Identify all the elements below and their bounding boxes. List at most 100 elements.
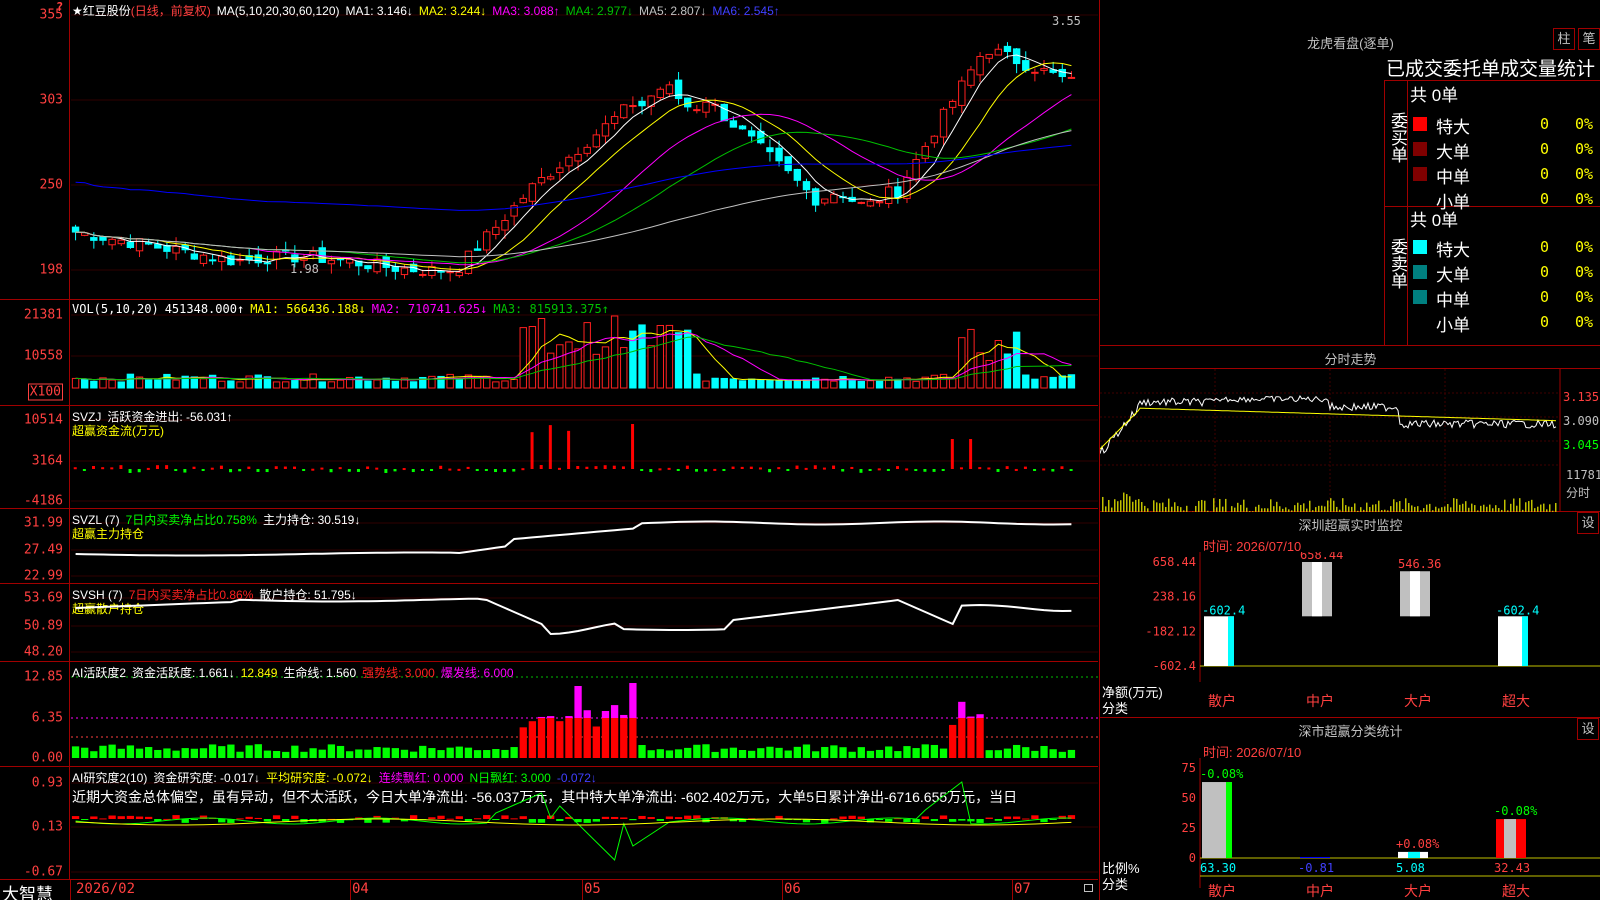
- sz-monitor-settings-button[interactable]: 设: [1577, 512, 1599, 534]
- intraday-vol-bar: [1204, 500, 1206, 512]
- intraday-vol-bar: [1159, 503, 1161, 512]
- candle-body: [967, 69, 975, 86]
- candle-body: [208, 259, 217, 262]
- research-bar: [172, 815, 180, 819]
- volume-bar: [163, 373, 171, 389]
- money-flow-bar: [676, 469, 680, 471]
- sz-monitor-title: 深圳超赢实时监控: [1298, 518, 1403, 533]
- activity-bar: [821, 746, 829, 758]
- svzl-panel[interactable]: 31.99 27.49 22.99 SVZL (7) 7日内买卖净占比0.758%…: [0, 509, 1098, 584]
- candlestick-chart[interactable]: [71, 0, 1098, 300]
- monitor-bar-edge: [1522, 616, 1528, 666]
- vol-ma1: MA1: 566436.188↓: [250, 302, 366, 316]
- monitor-y-tick: 658.44: [1153, 555, 1196, 569]
- stock-name[interactable]: ★红豆股份: [72, 4, 131, 18]
- intraday-vol-bar: [1219, 498, 1221, 512]
- intraday-vol-bar: [1408, 502, 1410, 512]
- vol-unit[interactable]: X100: [27, 383, 63, 401]
- activity-burst-bar: [610, 705, 619, 718]
- activity-bar: [263, 750, 272, 758]
- class-change-label: -0.08%: [1494, 804, 1538, 818]
- intraday-vol-bar: [1240, 504, 1242, 512]
- volume-bar: [282, 381, 290, 389]
- activity-bar: [355, 749, 363, 758]
- volume-panel[interactable]: 21381 10558 X100 VOL(5,10,20) 451348.000↑…: [0, 300, 1098, 406]
- activity-bar: [446, 747, 454, 758]
- volume-bar: [199, 378, 208, 389]
- money-flow-bar: [886, 469, 890, 471]
- order-count: 0: [1540, 165, 1550, 183]
- candle-body: [455, 271, 463, 277]
- ai-research-panel[interactable]: 0.93 0.13 -0.67 AI研究度2(10) 资金研究度: -0.017↓…: [0, 767, 1098, 880]
- help-icon[interactable]: ?: [56, 0, 63, 14]
- activity-bar: [409, 751, 418, 758]
- price-panel[interactable]: 355 303 250 198 ? ★红豆股份(日线，前复权) MA(5,10,2…: [0, 0, 1098, 300]
- class-category: 中户: [1306, 883, 1334, 900]
- ai-activity-panel[interactable]: 12.85 6.35 0.00 AI活跃度2 资金活跃度: 1.661↓ 12.84…: [0, 662, 1098, 767]
- svsh-text2: 散户持仓: 51.795↓: [259, 588, 357, 602]
- intraday-vol-bar: [1531, 499, 1533, 512]
- order-count: 0: [1540, 140, 1550, 158]
- money-flow-bar: [256, 469, 260, 472]
- activity-bar: [71, 746, 80, 758]
- class-change-label: +0.08%: [1396, 837, 1440, 851]
- volume-bar: [757, 379, 765, 389]
- class-value-label: -0.81: [1298, 861, 1334, 875]
- volume-bar: [537, 318, 546, 389]
- money-flow-bar: [740, 466, 744, 469]
- candle-body: [802, 181, 811, 191]
- candle-body: [565, 156, 573, 167]
- sz-monitor-panel[interactable]: 深圳超赢实时监控 设 时间: 2026/07/10 净额(万元) 分类 658.…: [1099, 512, 1600, 718]
- ai2-t3: 连续飘红: 0.000: [378, 771, 464, 785]
- intraday-vol-bar: [1453, 498, 1455, 512]
- research-bar: [1022, 818, 1030, 820]
- intraday-vol-bar: [1483, 504, 1485, 512]
- research-bar: [90, 816, 98, 819]
- money-flow-bar: [393, 469, 397, 472]
- money-flow-bar: [494, 469, 498, 473]
- volume-bar: [711, 377, 719, 389]
- money-flow-bar: [877, 468, 881, 471]
- sz-class-chart[interactable]: 75 50 25 0 -0.08% 63.30 散户 -0.81 中户 +0.08% 5.08 大户 -…: [1100, 758, 1600, 900]
- sz-class-panel[interactable]: 深市超赢分类统计 设 时间: 2026/07/10 比例% 分类 75 50 25 0…: [1099, 718, 1600, 900]
- volume-bar: [1049, 376, 1057, 389]
- tick-mode-button[interactable]: 笔: [1578, 28, 1600, 50]
- intraday-vol-bar: [1114, 499, 1116, 512]
- chart-mode[interactable]: (日线，前复权): [131, 4, 211, 18]
- sz-monitor-chart[interactable]: 658.44 238.16 -182.12 -602.4 -602.4 散户 658.44 中…: [1100, 552, 1600, 718]
- money-flow-bar: [137, 469, 141, 473]
- money-flow-bar: [695, 469, 699, 472]
- bar-mode-button[interactable]: 柱: [1553, 28, 1575, 50]
- research-bar: [117, 816, 125, 819]
- activity-bar: [464, 747, 473, 758]
- activity-bar: [81, 747, 89, 758]
- class-y-tick: 0: [1189, 851, 1196, 865]
- ai2-t2: 平均研究度: -0.072↓: [266, 771, 373, 785]
- intraday-chart[interactable]: [1100, 369, 1600, 512]
- volume-bar: [71, 377, 80, 389]
- intraday-vol-bar: [1459, 504, 1461, 512]
- svzj-panel[interactable]: 10514 3164 -4186 SVZJ 活跃资金进出: -56.031↑ 超赢…: [0, 406, 1098, 509]
- research-bar: [674, 817, 683, 819]
- candle-body: [1040, 68, 1048, 71]
- research-bar: [903, 819, 911, 823]
- dragon-tiger-panel[interactable]: 龙虎看盘(逐单) 柱 笔 已成交委托单成交量统计 委买单 委卖单 共 0单 共 …: [1099, 0, 1600, 346]
- intraday-vol-bar: [1519, 498, 1521, 512]
- research-bar: [656, 819, 664, 821]
- lock-icon[interactable]: [1084, 884, 1093, 892]
- sz-class-settings-button[interactable]: 设: [1577, 718, 1599, 740]
- class-bar-edge: [1226, 782, 1232, 858]
- intraday-panel[interactable]: 分时走势 3.135 3.090 3.045 11781 分时: [1099, 346, 1600, 512]
- svsh-panel[interactable]: 53.69 50.89 48.20 SVSH (7) 7日内买卖净占比0.86% 散…: [0, 584, 1098, 662]
- class-bar-highlight: [1408, 851, 1420, 858]
- intraday-vol-bar: [1198, 500, 1200, 512]
- intraday-vol-bar: [1489, 504, 1491, 512]
- volume-bar: [574, 348, 582, 389]
- candle-body: [437, 270, 445, 273]
- money-flow-bar: [320, 467, 324, 470]
- svsh-text1: 7日内买卖净占比0.86%: [128, 588, 254, 602]
- research-bar: [71, 816, 80, 819]
- research-bar: [245, 816, 253, 819]
- intraday-avg-line: [1100, 407, 1557, 450]
- intraday-vol-bar: [1378, 500, 1380, 512]
